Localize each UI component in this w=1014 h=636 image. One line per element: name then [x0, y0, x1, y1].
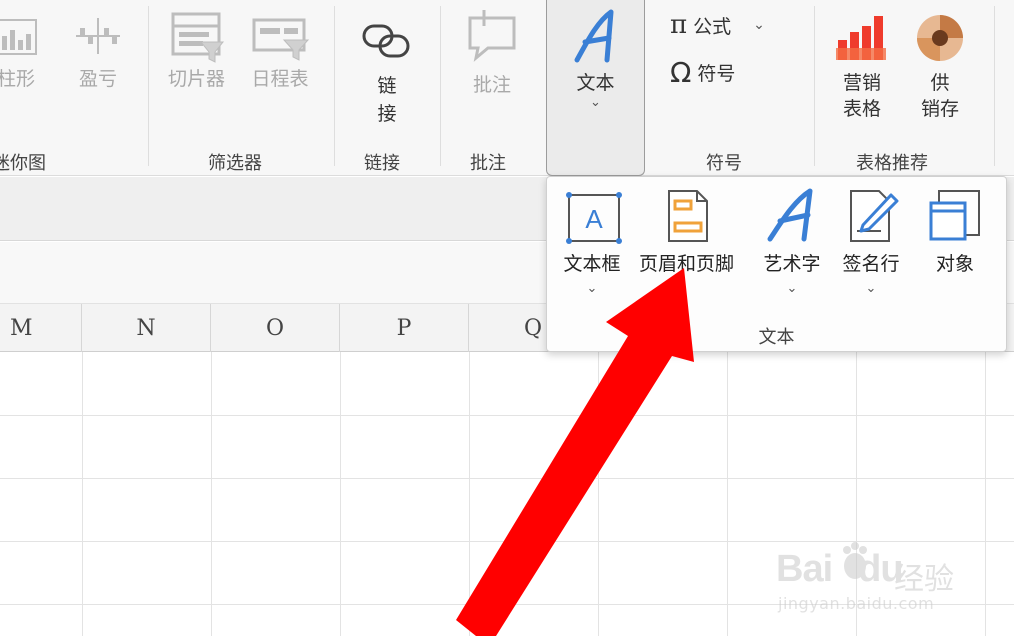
ribbon: 柱形 盈亏 迷你图 切片器 日程表 筛选器 链 接 链接 批注 批注 文本 ⌄ … [0, 0, 1014, 176]
object-label: 对象 [935, 253, 974, 275]
inventory-label-1: 供 [930, 72, 950, 94]
timeline-label: 日程表 [251, 68, 309, 90]
slicer-label: 切片器 [168, 68, 226, 90]
group-separator [994, 6, 995, 166]
grid-line [469, 352, 470, 636]
symbol-label: 符号 [697, 63, 736, 85]
column-sparkline-label: 柱形 [0, 68, 35, 90]
chevron-down-icon: ⌄ [590, 95, 601, 110]
sparklines-group-label: 迷你图 [0, 153, 46, 174]
header-footer-button[interactable]: 页眉和页脚 [639, 185, 734, 276]
text-button[interactable]: 文本 ⌄ [546, 0, 645, 176]
link-button[interactable]: 链 接 [360, 18, 414, 128]
table-recommend-group-label: 表格推荐 [856, 153, 928, 174]
comments-group-label: 批注 [470, 153, 506, 174]
text-button-label: 文本 [576, 72, 615, 94]
grid-line [82, 352, 83, 636]
formula-label: 公式 [693, 15, 732, 38]
winloss-sparkline-button[interactable]: 盈亏 [72, 12, 124, 93]
column-header-n[interactable]: N [82, 304, 211, 352]
signature-line-label: 签名行 [842, 253, 900, 275]
slicer-button[interactable]: 切片器 [168, 12, 225, 93]
column-sparkline-icon [0, 19, 37, 55]
column-header-p[interactable]: P [340, 304, 469, 352]
filters-group-label: 筛选器 [208, 153, 262, 174]
grid-line [727, 352, 728, 636]
group-separator [814, 6, 815, 166]
marketing-table-icon [836, 16, 886, 60]
marketing-table-label-2: 表格 [842, 98, 881, 120]
comment-icon [468, 10, 516, 62]
link-label-char-2: 接 [377, 103, 397, 125]
header-footer-label: 页眉和页脚 [639, 253, 735, 275]
column-header-o[interactable]: O [211, 304, 340, 352]
signature-line-icon [850, 190, 899, 242]
textbox-icon: A [566, 192, 622, 244]
slicer-icon [171, 12, 224, 63]
comment-button[interactable]: 批注 [464, 8, 520, 99]
winloss-sparkline-icon [76, 18, 120, 54]
watermark-brand-cn: 经验 [894, 562, 954, 597]
marketing-table-button[interactable]: 营销 表格 [834, 14, 890, 122]
grid-line [211, 352, 212, 636]
textbox-label: 文本框 [563, 253, 621, 275]
column-sparkline-button[interactable]: 柱形 [0, 12, 38, 93]
object-icon [929, 190, 980, 241]
svg-text:A: A [585, 204, 603, 234]
text-dropdown-panel: A 文本框 ⌄ 页眉和页脚 艺术字 ⌄ 签名行 ⌄ 对象 文本 [546, 176, 1007, 352]
omega-icon: Ω [670, 56, 692, 89]
wordart-button[interactable]: 艺术字 ⌄ [762, 185, 822, 296]
group-separator [148, 6, 149, 166]
group-separator [334, 6, 335, 166]
timeline-button[interactable]: 日程表 [250, 12, 310, 93]
chevron-down-icon: ⌄ [786, 281, 798, 296]
grid-line [985, 352, 986, 636]
textbox-button[interactable]: A 文本框 ⌄ [561, 185, 623, 296]
chevron-down-icon: ⌄ [753, 17, 765, 33]
wordart-label: 艺术字 [763, 253, 821, 275]
signature-line-button[interactable]: 签名行 ⌄ [841, 185, 901, 296]
wordart-icon [767, 188, 813, 242]
group-separator [440, 6, 441, 166]
marketing-table-label-1: 营销 [842, 72, 881, 94]
grid-line [340, 352, 341, 636]
text-group-label: 文本 [758, 327, 795, 348]
symbol-button[interactable]: Ω 符号 [670, 56, 735, 89]
comment-label: 批注 [472, 74, 511, 96]
text-a-icon [574, 9, 614, 63]
grid-line [0, 478, 1014, 479]
grid-line [0, 415, 1014, 416]
baidu-watermark: Bai du 经验 jingyan.baidu.com [776, 540, 966, 620]
inventory-button[interactable]: 供 销存 [914, 12, 966, 122]
link-label-char-1: 链 [377, 75, 397, 97]
inventory-icon [917, 15, 963, 61]
timeline-icon [252, 18, 310, 61]
grid-line [598, 352, 599, 636]
formula-button[interactable]: π 公式 ⌄ [670, 10, 765, 40]
paw-icon [843, 542, 867, 579]
header-footer-icon [667, 190, 708, 242]
object-button[interactable]: 对象 [925, 185, 985, 276]
chevron-down-icon: ⌄ [586, 281, 598, 296]
link-icon [362, 24, 410, 58]
symbols-group-label: 符号 [706, 153, 742, 174]
chevron-down-icon: ⌄ [865, 281, 877, 296]
watermark-url: jingyan.baidu.com [778, 594, 935, 613]
links-group-label: 链接 [364, 153, 400, 174]
inventory-label-2: 销存 [920, 98, 959, 120]
winloss-sparkline-label: 盈亏 [78, 68, 117, 90]
column-header-m[interactable]: M [0, 304, 82, 352]
pi-icon: π [670, 10, 688, 40]
